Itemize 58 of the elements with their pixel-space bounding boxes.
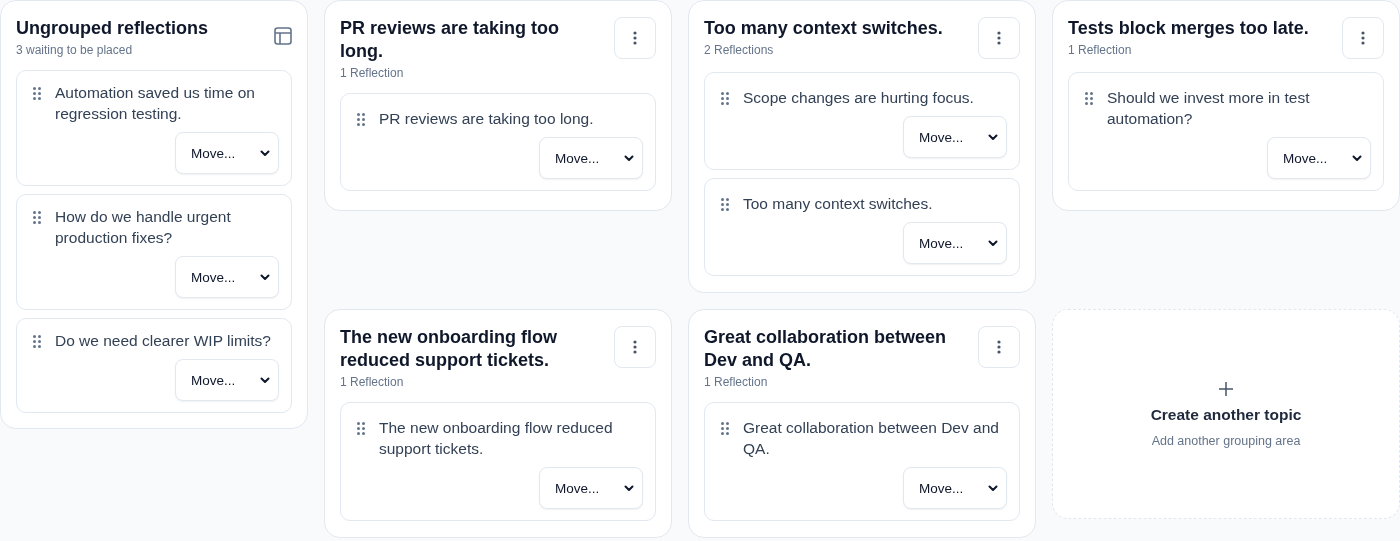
reflection-count: 1 Reflection	[340, 375, 405, 389]
create-topic-card[interactable]: Create another topic Add another grouping area	[1052, 309, 1400, 519]
waiting-count: 3 waiting to be placed	[16, 43, 134, 57]
kebab-menu-icon	[633, 31, 637, 45]
kebab-menu-icon	[997, 340, 1001, 354]
drag-handle-icon[interactable]	[357, 113, 365, 126]
chevron-down-icon	[624, 154, 634, 162]
chevron-down-icon	[260, 273, 270, 281]
reflection-count: 2 Reflections	[704, 43, 775, 57]
chevron-down-icon	[988, 133, 998, 141]
kebab-menu-icon	[633, 340, 637, 354]
move-dropdown[interactable]: Move...	[539, 137, 643, 179]
reflection-text: Do we need clearer WIP limits?	[55, 331, 271, 351]
topic-title: Great collaboration between Dev and QA.	[704, 326, 948, 372]
chevron-down-icon	[988, 484, 998, 492]
create-topic-hint: Add another grouping area	[1151, 433, 1301, 448]
move-dropdown[interactable]: Move...	[903, 467, 1007, 509]
move-dropdown[interactable]: Move...	[175, 256, 279, 298]
kebab-menu-icon	[1361, 31, 1365, 45]
drag-handle-icon[interactable]	[33, 211, 41, 224]
reflection-text: How do we handle urgent production fixes?	[55, 207, 232, 248]
move-dropdown[interactable]: Move...	[175, 359, 279, 401]
drag-handle-icon[interactable]	[721, 422, 729, 435]
topic-title: Too many context switches.	[704, 17, 943, 40]
reflection-text: The new onboarding flow reduced support tickets.	[379, 418, 614, 459]
topic-title: The new onboarding flow reduced support tickets.	[340, 326, 558, 372]
layout-icon[interactable]	[274, 27, 292, 45]
drag-handle-icon[interactable]	[33, 87, 41, 100]
drag-handle-icon[interactable]	[357, 422, 365, 435]
drag-handle-icon[interactable]	[1085, 92, 1093, 105]
reflection-text: Too many context switches.	[743, 194, 933, 214]
chevron-down-icon	[260, 149, 270, 157]
chevron-down-icon	[1352, 154, 1362, 162]
reflection-text: Should we invest more in test automation?	[1107, 88, 1311, 129]
chevron-down-icon	[260, 376, 270, 384]
move-dropdown[interactable]: Move...	[903, 222, 1007, 264]
chevron-down-icon	[624, 484, 634, 492]
topic-title: PR reviews are taking too long.	[340, 17, 561, 63]
move-dropdown[interactable]: Move...	[1267, 137, 1371, 179]
create-topic-title: Create another topic	[1150, 405, 1302, 424]
move-dropdown[interactable]: Move...	[175, 132, 279, 174]
reflection-count: 1 Reflection	[704, 375, 769, 389]
kebab-menu-icon	[997, 31, 1001, 45]
drag-handle-icon[interactable]	[721, 92, 729, 105]
drag-handle-icon[interactable]	[721, 198, 729, 211]
move-dropdown[interactable]: Move...	[903, 116, 1007, 158]
topic-title: Tests block merges too late.	[1068, 17, 1309, 40]
reflection-text: Automation saved us time on regression testing.	[55, 83, 256, 124]
reflection-count: 1 Reflection	[340, 66, 405, 80]
panel-title: Ungrouped reflections	[16, 17, 208, 40]
reflection-text: Great collaboration between Dev and QA.	[743, 418, 1000, 459]
drag-handle-icon[interactable]	[33, 335, 41, 348]
move-dropdown[interactable]: Move...	[539, 467, 643, 509]
reflection-count: 1 Reflection	[1068, 43, 1133, 57]
reflection-text: Scope changes are hurting focus.	[743, 88, 974, 108]
reflection-text: PR reviews are taking too long.	[379, 109, 594, 129]
plus-icon	[1218, 380, 1234, 397]
chevron-down-icon	[988, 239, 998, 247]
